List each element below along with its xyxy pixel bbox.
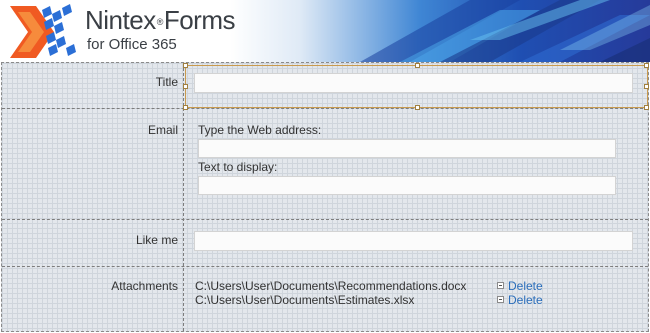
resize-handle[interactable] [183,63,188,68]
title-label: Title [155,75,178,89]
resize-handle[interactable] [415,63,420,68]
resize-handle[interactable] [644,105,649,110]
attachments-label: Attachments [111,279,178,293]
resize-handle[interactable] [183,105,188,110]
brand-product-word: Forms [163,5,236,35]
resize-handle[interactable] [644,84,649,89]
nintex-logo-icon [10,4,76,58]
web-address-label: Type the Web address: [198,123,322,137]
form-grid: Title Email Type the Web address: Text t… [1,62,649,332]
brand-title: Nintex®Forms [85,5,236,35]
attachment-file-name: C:\Users\User\Documents\Recommendations.… [195,279,467,293]
display-text-input[interactable] [198,176,616,195]
column-divider [183,63,184,331]
delete-icon [497,296,504,304]
row-divider [2,108,648,109]
web-address-input[interactable] [198,139,616,158]
delete-label: Delete [508,279,543,293]
attachment-file-name: C:\Users\User\Documents\Estimates.xlsx [195,293,415,307]
like-me-label: Like me [135,233,178,247]
row-divider [2,219,648,220]
resize-handle[interactable] [415,105,420,110]
registered-mark: ® [156,17,164,27]
row-divider [2,266,648,267]
resize-handle[interactable] [644,63,649,68]
delete-icon [497,282,504,290]
title-input[interactable] [194,73,633,93]
brand-name: Nintex [85,5,156,35]
resize-handle[interactable] [183,84,188,89]
header-banner: Nintex®Forms for Office 365 [0,0,650,62]
display-text-label: Text to display: [198,160,278,174]
delete-attachment-link[interactable]: Delete [497,279,543,293]
brand-subtitle: for Office 365 [87,36,177,53]
like-me-input[interactable] [194,231,633,251]
email-label: Email [147,123,178,137]
delete-label: Delete [508,293,543,307]
delete-attachment-link[interactable]: Delete [497,293,543,307]
